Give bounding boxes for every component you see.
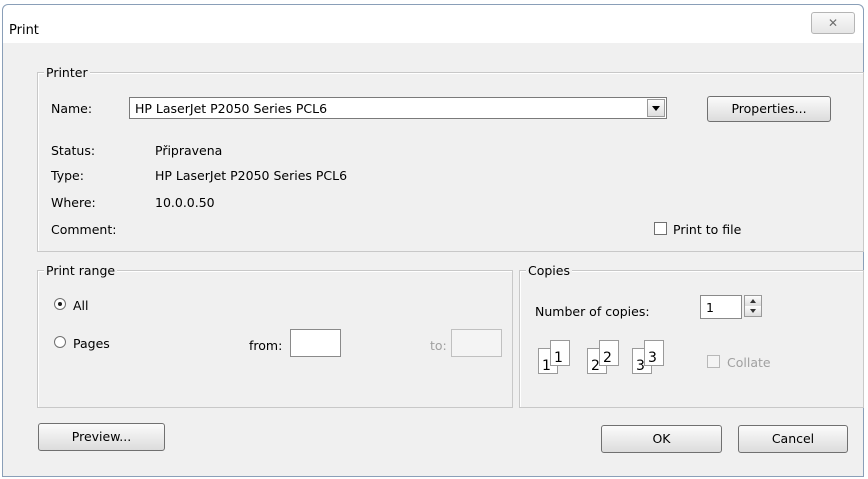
window-title: Print [9, 23, 39, 38]
close-button[interactable]: ✕ [811, 12, 855, 34]
printer-name-select[interactable]: HP LaserJet P2050 Series PCL6 [129, 97, 667, 119]
from-label: from: [249, 338, 283, 353]
to-label: to: [430, 338, 447, 353]
all-label[interactable]: All [73, 298, 89, 313]
print-to-file-checkbox[interactable] [654, 222, 667, 235]
copies-input[interactable]: 1 [700, 295, 742, 319]
page-number: 1 [554, 350, 563, 366]
collate-checkbox[interactable] [707, 355, 720, 368]
name-label: Name: [51, 101, 93, 116]
page-number: 2 [603, 350, 612, 366]
print-dialog: Print ✕ Printer Name: HP LaserJet P2050 … [2, 4, 864, 477]
title-bar: Print ✕ [3, 5, 863, 43]
chevron-down-icon[interactable] [647, 99, 665, 117]
copies-group: Copies [519, 263, 864, 408]
page-icon: 3 [644, 340, 664, 366]
type-value: HP LaserJet P2050 Series PCL6 [155, 168, 348, 183]
print-range-legend: Print range [44, 263, 118, 278]
all-radio[interactable] [54, 298, 66, 310]
print-to-file-label[interactable]: Print to file [673, 222, 741, 237]
from-input[interactable] [290, 329, 341, 357]
to-input[interactable] [451, 329, 502, 357]
properties-button[interactable]: Properties... [707, 96, 831, 122]
copies-input-value: 1 [706, 300, 714, 315]
number-of-copies-label: Number of copies: [535, 304, 650, 319]
where-value: 10.0.0.50 [155, 195, 215, 210]
copies-spinner[interactable] [744, 295, 762, 317]
page-icon: 2 [599, 340, 619, 366]
ok-button[interactable]: OK [601, 425, 722, 453]
comment-label: Comment: [51, 222, 117, 237]
status-value: Připravena [155, 143, 223, 158]
page-number: 3 [648, 350, 657, 366]
page-icon: 1 [550, 340, 570, 366]
printer-group-legend: Printer [44, 65, 90, 80]
collate-label[interactable]: Collate [727, 355, 771, 370]
printer-name-value: HP LaserJet P2050 Series PCL6 [135, 101, 328, 116]
copies-legend: Copies [526, 263, 572, 278]
preview-button[interactable]: Preview... [38, 423, 165, 451]
cancel-button[interactable]: Cancel [738, 425, 848, 453]
pages-radio[interactable] [54, 336, 66, 348]
status-label: Status: [51, 143, 96, 158]
where-label: Where: [51, 195, 96, 210]
pages-label[interactable]: Pages [73, 336, 110, 351]
type-label: Type: [51, 168, 84, 183]
spin-down-icon[interactable] [745, 306, 761, 316]
close-icon: ✕ [827, 16, 839, 30]
